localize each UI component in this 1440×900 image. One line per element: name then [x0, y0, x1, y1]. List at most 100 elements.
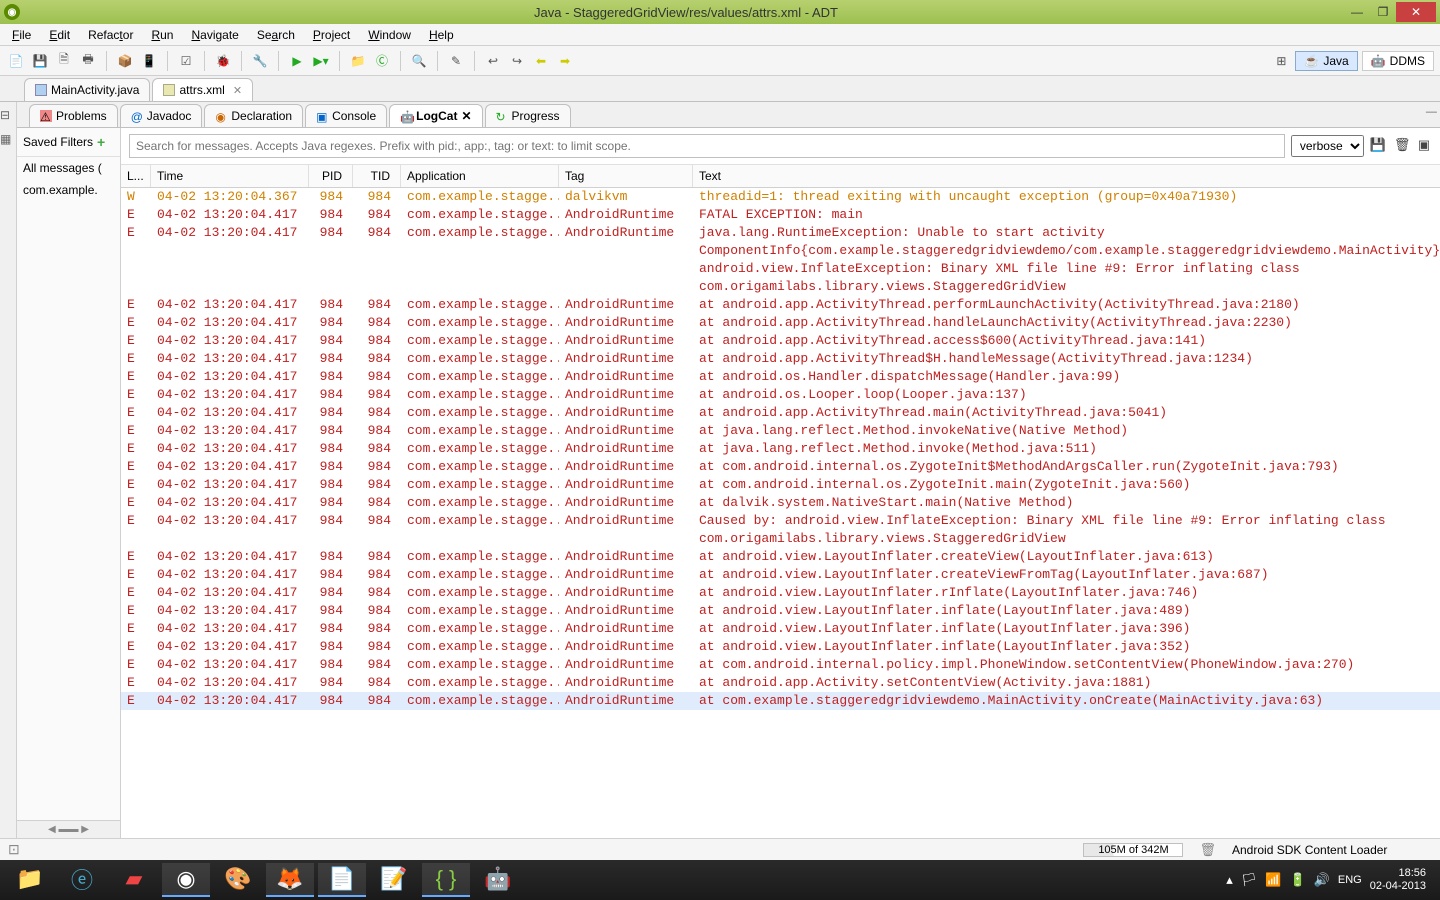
minimize-button[interactable]: —: [1344, 2, 1370, 22]
log-row[interactable]: E04-02 13:20:04.417984984com.example.sta…: [121, 656, 1440, 674]
open-perspective-button[interactable]: ⊞: [1271, 51, 1291, 71]
col-header-app[interactable]: Application: [401, 165, 559, 187]
col-header-tag[interactable]: Tag: [559, 165, 693, 187]
close-tab-icon[interactable]: ✕: [233, 84, 242, 97]
nav-fwd2-button[interactable]: ➡: [555, 51, 575, 71]
log-row[interactable]: E04-02 13:20:04.417984984com.example.sta…: [121, 638, 1440, 656]
nav-btn2[interactable]: ↪: [507, 51, 527, 71]
log-row[interactable]: E04-02 13:20:04.417984984com.example.sta…: [121, 584, 1440, 602]
save-button[interactable]: 💾: [30, 51, 50, 71]
log-search-input[interactable]: [129, 134, 1285, 158]
taskbar-explorer[interactable]: 📁: [6, 863, 54, 897]
filter-item-app[interactable]: com.example.: [17, 179, 120, 201]
log-row[interactable]: E04-02 13:20:04.417984984com.example.sta…: [121, 548, 1440, 566]
log-row[interactable]: E04-02 13:20:04.417984984com.example.sta…: [121, 512, 1440, 548]
log-row[interactable]: E04-02 13:20:04.417984984com.example.sta…: [121, 314, 1440, 332]
clear-log-icon[interactable]: 🗑: [1394, 137, 1412, 155]
toggle-button[interactable]: ☑: [176, 51, 196, 71]
taskbar-notepad[interactable]: 📄: [318, 863, 366, 897]
col-header-time[interactable]: Time: [151, 165, 309, 187]
scroll-lock-icon[interactable]: ▣: [1418, 137, 1436, 155]
perspective-ddms[interactable]: 🤖DDMS: [1362, 51, 1434, 71]
log-row[interactable]: W04-02 13:20:04.367984984com.example.sta…: [121, 188, 1440, 206]
log-row[interactable]: E04-02 13:20:04.417984984com.example.sta…: [121, 620, 1440, 638]
tray-flag-icon[interactable]: 🏳: [1241, 872, 1258, 888]
col-header-tid[interactable]: TID: [353, 165, 401, 187]
tray-volume-icon[interactable]: 🔊: [1314, 872, 1330, 888]
sdk-manager-button[interactable]: 📦: [115, 51, 135, 71]
taskbar-eclipse[interactable]: { }: [422, 863, 470, 897]
nav-back-button[interactable]: ↩: [483, 51, 503, 71]
menu-file[interactable]: File: [4, 26, 39, 44]
tab-declaration[interactable]: ◉Declaration: [204, 104, 303, 127]
save-all-button[interactable]: 🗎: [54, 51, 74, 71]
minimize-view-icon[interactable]: —: [1426, 106, 1440, 122]
debug-button[interactable]: 🐞: [213, 51, 233, 71]
nav-fwd-button[interactable]: ⬅: [531, 51, 551, 71]
menu-refactor[interactable]: Refactor: [80, 26, 141, 44]
taskbar-android[interactable]: 🤖: [474, 863, 522, 897]
ext-tools-button[interactable]: 🔧: [250, 51, 270, 71]
add-filter-icon[interactable]: +: [97, 134, 105, 150]
tray-clock[interactable]: 18:56 02-04-2013: [1370, 867, 1426, 893]
editor-tab-attrs[interactable]: attrs.xml ✕: [152, 78, 253, 101]
log-row[interactable]: E04-02 13:20:04.417984984com.example.sta…: [121, 566, 1440, 584]
new-button[interactable]: 📄: [6, 51, 26, 71]
menu-navigate[interactable]: Navigate: [183, 26, 246, 44]
log-row[interactable]: E04-02 13:20:04.417984984com.example.sta…: [121, 692, 1440, 710]
tab-problems[interactable]: ⚠Problems: [29, 104, 118, 127]
editor-tab-mainactivity[interactable]: MainActivity.java: [24, 78, 150, 101]
wand-button[interactable]: ✎: [446, 51, 466, 71]
heap-status[interactable]: 105M of 342M: [1083, 843, 1183, 857]
col-header-level[interactable]: L...: [121, 165, 151, 187]
menu-help[interactable]: Help: [421, 26, 462, 44]
log-body[interactable]: W04-02 13:20:04.367984984com.example.sta…: [121, 188, 1440, 838]
log-row[interactable]: E04-02 13:20:04.417984984com.example.sta…: [121, 602, 1440, 620]
tab-console[interactable]: ▣Console: [305, 104, 387, 127]
log-row[interactable]: E04-02 13:20:04.417984984com.example.sta…: [121, 368, 1440, 386]
filter-hscroll[interactable]: ◀ ▬▬ ▶: [17, 820, 120, 838]
close-button[interactable]: ✕: [1396, 2, 1436, 22]
open-type-button[interactable]: 🔍: [409, 51, 429, 71]
maximize-button[interactable]: ❐: [1370, 2, 1396, 22]
avd-manager-button[interactable]: 📱: [139, 51, 159, 71]
tray-up-icon[interactable]: ▴: [1226, 872, 1233, 888]
menu-run[interactable]: Run: [143, 26, 181, 44]
log-row[interactable]: E04-02 13:20:04.417984984com.example.sta…: [121, 458, 1440, 476]
filter-item-all[interactable]: All messages (: [17, 157, 120, 179]
perspective-java[interactable]: ☕Java: [1295, 51, 1357, 71]
taskbar-ie[interactable]: ⓔ: [58, 863, 106, 897]
log-row[interactable]: E04-02 13:20:04.417984984com.example.sta…: [121, 296, 1440, 314]
taskbar-notes[interactable]: 📝: [370, 863, 418, 897]
tab-progress[interactable]: ↻Progress: [485, 104, 571, 127]
save-log-icon[interactable]: 💾: [1370, 137, 1388, 155]
log-level-select[interactable]: verbose: [1291, 135, 1364, 157]
log-row[interactable]: E04-02 13:20:04.417984984com.example.sta…: [121, 422, 1440, 440]
tab-javadoc[interactable]: @Javadoc: [120, 104, 203, 127]
new-class-button[interactable]: Ⓒ: [372, 51, 392, 71]
new-package-button[interactable]: 📁: [348, 51, 368, 71]
tray-lang[interactable]: ENG: [1338, 874, 1362, 886]
menu-project[interactable]: Project: [305, 26, 358, 44]
minimized-view-icon[interactable]: ▦: [0, 132, 16, 148]
run-button[interactable]: ▶: [287, 51, 307, 71]
menu-window[interactable]: Window: [360, 26, 419, 44]
col-header-pid[interactable]: PID: [309, 165, 353, 187]
log-row[interactable]: E04-02 13:20:04.417984984com.example.sta…: [121, 386, 1440, 404]
log-row[interactable]: E04-02 13:20:04.417984984com.example.sta…: [121, 206, 1440, 224]
tray-battery-icon[interactable]: 🔋: [1290, 872, 1306, 888]
tab-logcat[interactable]: 🤖LogCat✕: [389, 104, 482, 127]
restore-view-icon[interactable]: ⊟: [0, 108, 16, 124]
print-button[interactable]: 🖶: [78, 51, 98, 71]
log-row[interactable]: E04-02 13:20:04.417984984com.example.sta…: [121, 350, 1440, 368]
log-row[interactable]: E04-02 13:20:04.417984984com.example.sta…: [121, 476, 1440, 494]
statusbar-corner-icon[interactable]: ⊡: [8, 841, 32, 858]
tray-net-icon[interactable]: 📶: [1265, 872, 1281, 888]
log-row[interactable]: E04-02 13:20:04.417984984com.example.sta…: [121, 332, 1440, 350]
col-header-text[interactable]: Text: [693, 165, 1440, 187]
log-row[interactable]: E04-02 13:20:04.417984984com.example.sta…: [121, 674, 1440, 692]
log-row[interactable]: E04-02 13:20:04.417984984com.example.sta…: [121, 224, 1440, 296]
log-row[interactable]: E04-02 13:20:04.417984984com.example.sta…: [121, 494, 1440, 512]
menu-edit[interactable]: Edit: [41, 26, 78, 44]
run-gc-icon[interactable]: 🗑: [1199, 842, 1216, 858]
